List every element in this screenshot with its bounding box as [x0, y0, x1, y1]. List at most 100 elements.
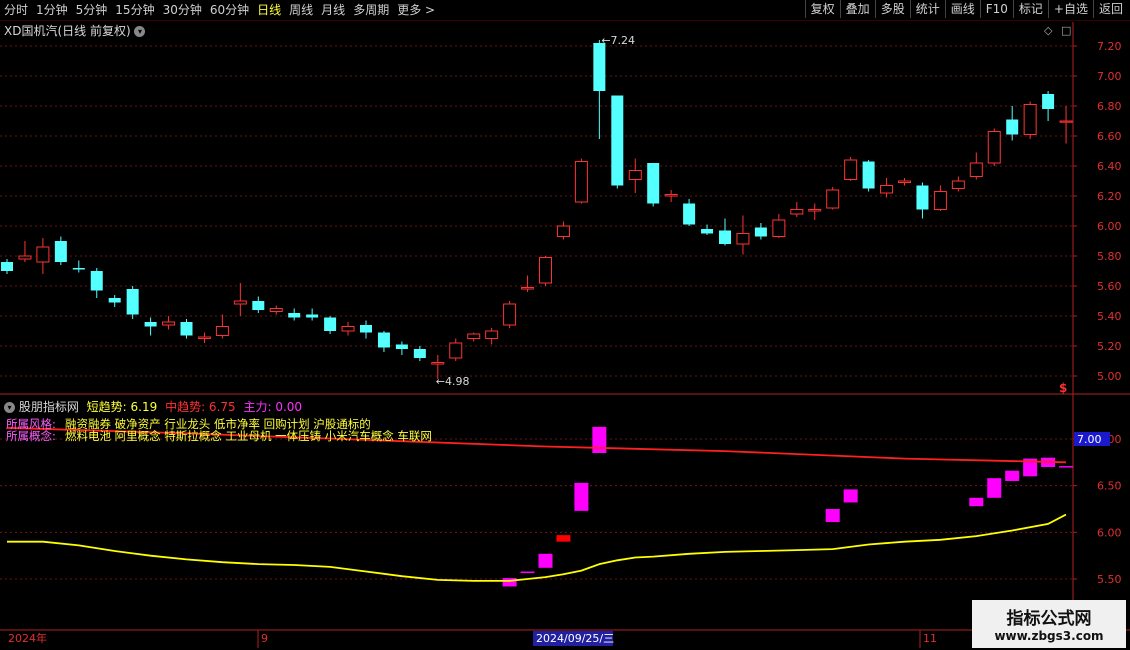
- main-y-tick-label: 5.80: [1097, 250, 1122, 263]
- candle-body: [341, 326, 355, 332]
- candle-body: [628, 170, 642, 180]
- tab-multi-period[interactable]: 多周期: [353, 2, 389, 18]
- candle-body: [233, 300, 247, 305]
- candle-body: [574, 161, 588, 203]
- candle-body: [324, 317, 337, 331]
- candle-body: [1006, 119, 1019, 135]
- candle-body: [844, 159, 858, 180]
- tab-daily[interactable]: 日线: [257, 2, 281, 18]
- main-y-tick-label: 6.20: [1097, 190, 1122, 203]
- indicator-y-tick-label: 5.50: [1097, 573, 1122, 586]
- candle-body: [916, 185, 929, 210]
- signal-bar: [987, 478, 1002, 498]
- main-y-tick-label: 6.00: [1097, 220, 1122, 233]
- candle-body: [269, 308, 283, 312]
- main-y-tick-label: 5.60: [1097, 280, 1122, 293]
- signal-bar: [592, 426, 607, 453]
- candle-body: [862, 161, 875, 189]
- candle-body: [969, 162, 983, 177]
- draw-line-button[interactable]: 画线: [944, 0, 980, 18]
- tab-monthly[interactable]: 月线: [321, 2, 345, 18]
- candle-body: [521, 287, 535, 290]
- tab-fenshi[interactable]: 分时: [4, 2, 28, 18]
- candle-body: [180, 322, 193, 336]
- main-y-tick-label: 6.80: [1097, 100, 1122, 113]
- f10-button[interactable]: F10: [979, 0, 1013, 18]
- candle-body: [772, 219, 786, 237]
- candle-body: [647, 163, 660, 204]
- short-trend-line: [7, 513, 1067, 582]
- mark-button[interactable]: 标记: [1012, 0, 1048, 18]
- diamond-icon: ◇: [1044, 24, 1053, 37]
- candle-body: [1, 262, 13, 271]
- signal-bar: [556, 535, 571, 542]
- multi-stock-button[interactable]: 多股: [874, 0, 910, 18]
- date-label-nov: 11: [923, 632, 937, 645]
- signal-bar: [520, 571, 535, 574]
- watermark: 指标公式网 www.zbgs3.com: [972, 600, 1126, 648]
- indicator-layer: [6, 426, 1074, 587]
- candle-body: [377, 332, 390, 348]
- candle-body: [826, 189, 840, 209]
- candle-body: [754, 227, 767, 237]
- candle-body: [162, 321, 176, 326]
- signal-bar: [969, 497, 984, 507]
- candle-body: [611, 95, 624, 186]
- candle-layer: ←7.24 ←4.98: [1, 34, 1073, 388]
- main-y-tick-label: 5.40: [1097, 310, 1122, 323]
- low-annotation: ←4.98: [436, 375, 470, 388]
- tab-5min[interactable]: 5分钟: [76, 2, 108, 18]
- tab-30min[interactable]: 30分钟: [163, 2, 202, 18]
- high-annotation: ←7.24: [601, 34, 635, 47]
- watermark-url: www.zbgs3.com: [994, 629, 1104, 643]
- chart-canvas: 7.20 7.00 6.80 6.60 6.40 6.20 6.00 5.80 5.60 5.40…: [0, 22, 1130, 648]
- candle-body: [1059, 120, 1073, 123]
- chevron-down-icon[interactable]: ▾: [134, 26, 146, 37]
- signal-bar: [1005, 470, 1020, 481]
- back-button[interactable]: 返回: [1092, 0, 1128, 18]
- tab-15min[interactable]: 15分钟: [115, 2, 154, 18]
- candle-body: [880, 185, 894, 194]
- signal-bar: [502, 578, 517, 587]
- mid-trend-label: 中趋势: 6.75: [165, 400, 236, 414]
- value-tag-text: 7.00: [1077, 433, 1102, 446]
- watermark-title: 指标公式网: [1006, 609, 1092, 629]
- signal-bar: [574, 482, 589, 511]
- candle-body: [1023, 104, 1037, 135]
- toolbar-right: 复权 叠加 多股 统计 画线 F10 标记 +自选 返回: [804, 0, 1128, 18]
- text-layer: 所属风格: 融资融券 破净资产 行业龙头 低市净率 回购计划 沪股通标的 所属概…: [6, 417, 432, 443]
- candle-body: [72, 268, 85, 270]
- candle-body: [987, 131, 1001, 164]
- candle-body: [485, 330, 499, 339]
- toolbar: 分时 1分钟 5分钟 15分钟 30分钟 60分钟 日线 周线 月线 多周期 更…: [0, 0, 1130, 21]
- main-y-tick-label: 5.00: [1097, 370, 1122, 383]
- candle-body: [503, 303, 517, 326]
- chevron-down-icon[interactable]: ▾: [4, 402, 15, 413]
- candle-body: [701, 229, 714, 234]
- fuquan-button[interactable]: 复权: [804, 0, 840, 18]
- candle-body: [197, 336, 211, 339]
- tab-1min[interactable]: 1分钟: [36, 2, 68, 18]
- overlay-button[interactable]: 叠加: [839, 0, 875, 18]
- tab-more[interactable]: 更多 >: [397, 2, 435, 18]
- candle-body: [144, 322, 157, 327]
- candle-body: [54, 241, 67, 262]
- date-label-year: 2024年: [8, 631, 47, 645]
- candle-body: [790, 209, 804, 215]
- axis-layer: 7.20 7.00 6.80 6.60 6.40 6.20 6.00 5.80 5.60 5.40…: [0, 22, 1130, 648]
- candle-body: [736, 233, 750, 245]
- indicator-y-tick-label: 6.50: [1097, 480, 1122, 493]
- tab-60min[interactable]: 60分钟: [210, 2, 249, 18]
- candle-body: [449, 342, 463, 359]
- date-label-sep: 9: [261, 632, 268, 645]
- period-tabs: 分时 1分钟 5分钟 15分钟 30分钟 60分钟 日线 周线 月线 多周期 更…: [4, 2, 435, 18]
- main-chart-title: XD国机汽(日线 前复权) ▾: [4, 22, 146, 39]
- add-watchlist-button[interactable]: +自选: [1047, 0, 1093, 18]
- candle-body: [36, 246, 50, 263]
- main-force-label: 主力: 0.00: [243, 400, 303, 414]
- candle-body: [808, 209, 822, 212]
- candle-body: [252, 301, 265, 310]
- date-label-cursor: 2024/09/25/三: [536, 632, 614, 645]
- stats-button[interactable]: 统计: [909, 0, 945, 18]
- tab-weekly[interactable]: 周线: [289, 2, 313, 18]
